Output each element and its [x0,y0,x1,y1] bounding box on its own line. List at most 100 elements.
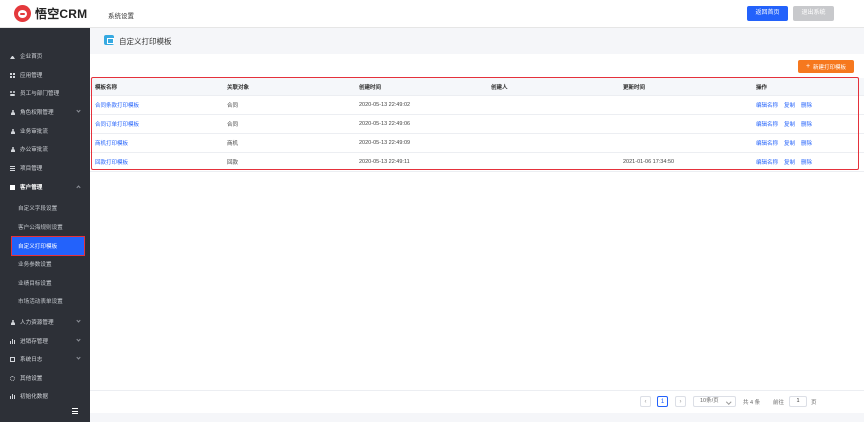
goto-page-input[interactable]: 1 [789,396,807,407]
sidebar-item-label: 项目管理 [20,166,43,172]
sidebar-item-staff-departments[interactable]: 员工与部门管理 [0,84,90,102]
copy-link[interactable]: 复制 [784,158,795,166]
sidebar-item-label: 角色权限管理 [20,110,54,116]
copy-link[interactable]: 复制 [784,120,795,128]
header-template-name: 模板名称 [95,84,118,91]
template-name-link[interactable]: 回款打印模板 [95,153,128,171]
collapse-menu-icon[interactable] [72,408,80,414]
chevron-right-icon[interactable]: › [675,396,686,407]
list-icon [10,165,15,171]
new-print-template-button[interactable]: + 新建打印模板 [798,60,854,73]
page-unit-label: 页 [811,400,817,406]
sidebar-item-enterprise-home[interactable]: 企业首页 [0,47,90,65]
related-object: 合同 [227,103,239,109]
new-button-label: 新建打印模板 [813,64,847,71]
sidebar-subitem-marketing-forms[interactable]: 市场活动表单设置 [0,292,90,310]
user-icon [10,109,15,115]
chevron-left-icon[interactable]: ‹ [640,396,651,407]
total-count: 共 4 条 [743,400,761,406]
sidebar-item-label: 进销存管理 [20,339,48,345]
created-time: 2020-05-13 22:49:09 [359,140,411,146]
sidebar-subitem-custom-fields[interactable]: 自定义字段设置 [0,199,90,217]
edit-name-link[interactable]: 编辑名称 [756,120,778,128]
sidebar-item-other-settings[interactable]: 其他设置 [0,369,90,387]
template-name-link[interactable]: 合同条款打印模板 [95,96,139,114]
related-object: 商机 [227,141,239,147]
delete-link[interactable]: 删除 [801,120,812,128]
sidebar-item-app-management[interactable]: 应用管理 [0,66,90,84]
sidebar-subitem-business-params[interactable]: 业务参数设置 [0,255,90,273]
user-icon [10,319,15,325]
table-row: 合同订单打印模板 合同 2020-05-13 22:49:06 编辑名称 复制 … [90,115,864,134]
sidebar-item-label: 企业首页 [20,54,43,60]
top-bar: 悟空CRM 系统设置 返回首页 退出系统 [0,0,864,28]
copy-link[interactable]: 复制 [784,139,795,147]
user-icon [10,128,15,134]
sidebar-item-label: 人力资源管理 [20,320,54,326]
main-content: 自定义打印模板 + 新建打印模板 模板名称 关联对象 创建时间 创建人 更新时间… [90,28,864,422]
doc-icon [10,184,15,190]
delete-link[interactable]: 删除 [801,158,812,166]
sidebar-item-label: 办公审批流 [20,147,48,153]
goto-label: 前往 [773,400,785,406]
back-home-button[interactable]: 返回首页 [747,6,788,21]
created-time: 2020-05-13 22:49:06 [359,121,411,127]
sidebar-item-role-permissions[interactable]: 角色权限管理 [0,103,90,121]
system-settings-title: 系统设置 [108,13,134,20]
template-name-link[interactable]: 合同订单打印模板 [95,115,139,133]
row-actions: 编辑名称 复制 删除 [756,134,812,152]
sidebar-item-init-data[interactable]: 初始化数据 [0,387,90,405]
sidebar: 企业首页 应用管理 员工与部门管理 角色权限管理 业务审批流 办公审批流 项目管… [0,28,90,422]
user-icon [10,146,15,152]
sidebar-item-label: 员工与部门管理 [20,91,60,97]
table-row: 回款打印模板 回款 2020-05-13 22:49:11 2021-01-06… [90,153,864,172]
copy-link[interactable]: 复制 [784,101,795,109]
page-size-select[interactable]: 10条/页 [693,396,736,407]
sidebar-item-inventory[interactable]: 进销存管理 [0,332,90,350]
created-time: 2020-05-13 22:49:11 [359,159,410,165]
sidebar-subitem-pool-rules[interactable]: 客户公海规则设置 [0,218,90,236]
sidebar-item-hr-management[interactable]: 人力资源管理 [0,313,90,331]
sidebar-item-customer-management[interactable]: 客户管理 [0,178,90,196]
chevron-down-icon [76,337,81,342]
chart-icon [10,393,15,399]
delete-link[interactable]: 删除 [801,139,812,147]
edit-name-link[interactable]: 编辑名称 [756,101,778,109]
header-creator: 创建人 [491,84,508,91]
table-row: 合同条款打印模板 合同 2020-05-13 22:49:02 编辑名称 复制 … [90,96,864,115]
chevron-down-icon [76,355,81,360]
plus-icon: + [805,63,811,70]
header-actions: 操作 [756,84,768,91]
sidebar-subitem-print-templates[interactable]: 自定义打印模板 [11,236,85,256]
logo[interactable]: 悟空CRM [14,5,87,22]
gear-icon [10,375,15,381]
monkey-logo-icon [14,5,31,22]
chart-icon [10,338,15,344]
sidebar-item-office-approval[interactable]: 办公审批流 [0,140,90,158]
sidebar-subitem-performance-goals[interactable]: 业绩目标设置 [0,274,90,292]
created-time: 2020-05-13 22:49:02 [359,102,411,108]
template-name-link[interactable]: 商机打印模板 [95,134,128,152]
sidebar-item-label: 应用管理 [20,73,43,79]
page-title: 自定义打印模板 [119,37,172,46]
exit-system-button[interactable]: 退出系统 [793,6,834,21]
header-updated-time: 更新时间 [623,84,646,91]
page-number-button[interactable]: 1 [657,396,668,407]
sidebar-item-project-management[interactable]: 项目管理 [0,159,90,177]
sidebar-item-system-log[interactable]: 系统日志 [0,350,90,368]
delete-link[interactable]: 删除 [801,101,812,109]
related-object: 合同 [227,122,239,128]
row-actions: 编辑名称 复制 删除 [756,115,812,133]
sidebar-item-label: 初始化数据 [20,394,48,400]
related-object: 回款 [227,160,239,166]
print-template-icon [104,35,114,45]
home-icon [10,54,15,59]
chevron-up-icon [76,185,81,190]
pagination: ‹ 1 › 10条/页 共 4 条 前往 1 页 [90,390,864,412]
sidebar-item-label: 业务审批流 [20,129,48,135]
table-header-row: 模板名称 关联对象 创建时间 创建人 更新时间 操作 [90,78,864,96]
logo-text: 悟空CRM [35,7,88,21]
edit-name-link[interactable]: 编辑名称 [756,158,778,166]
edit-name-link[interactable]: 编辑名称 [756,139,778,147]
sidebar-item-business-approval[interactable]: 业务审批流 [0,122,90,140]
